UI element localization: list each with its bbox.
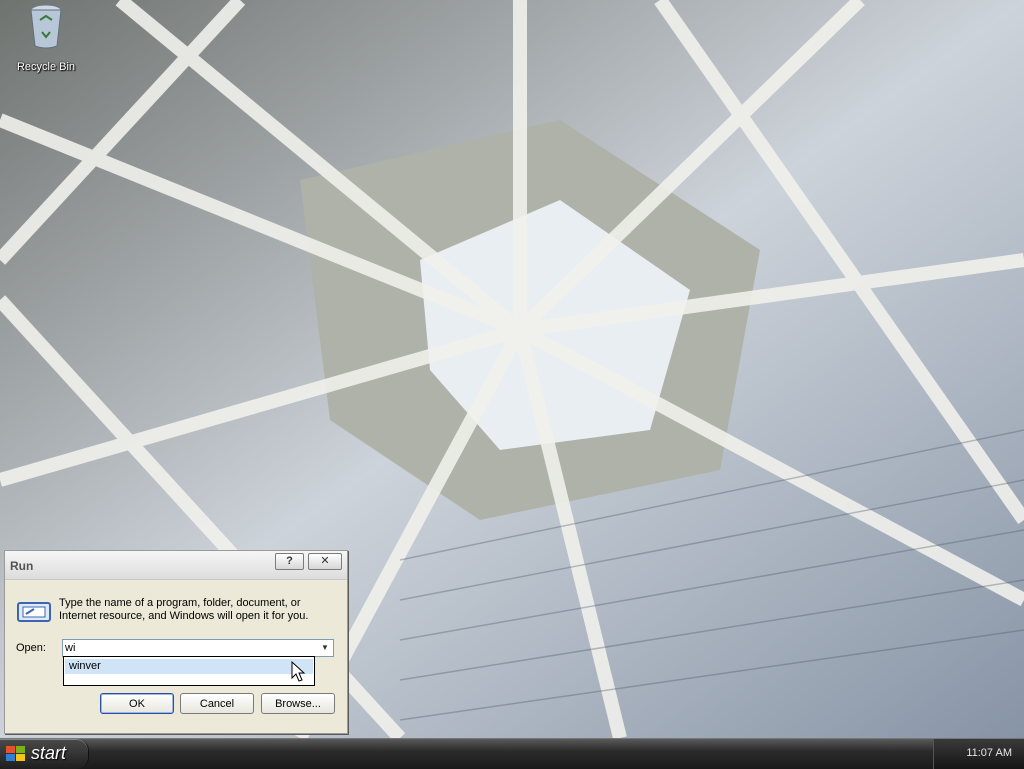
recycle-bin-icon xyxy=(30,4,62,49)
close-button[interactable]: ✕ xyxy=(308,553,342,570)
run-dialog: Run ? ✕ Type the name of a program, fold… xyxy=(4,550,348,734)
open-label: Open: xyxy=(16,642,46,654)
chevron-down-icon[interactable]: ▼ xyxy=(318,641,332,655)
windows-logo-icon xyxy=(6,746,25,761)
title-bar[interactable]: Run ? ✕ xyxy=(5,551,347,580)
desktop: Recycle Bin Run ? ✕ Type the name of a p… xyxy=(0,0,1024,738)
run-description: Type the name of a program, folder, docu… xyxy=(59,597,309,622)
start-button[interactable]: start xyxy=(0,739,89,769)
autocomplete-dropdown: winver xyxy=(63,656,315,686)
system-tray: 11:07 AM xyxy=(933,739,1024,769)
dialog-title: Run xyxy=(10,559,34,573)
autocomplete-item[interactable]: winver xyxy=(65,659,313,674)
desktop-icon-recycle-bin[interactable]: Recycle Bin xyxy=(14,2,78,73)
open-combobox[interactable]: ▼ xyxy=(62,639,334,657)
start-label: start xyxy=(31,743,67,763)
run-program-icon xyxy=(17,602,51,622)
taskbar: start 11:07 AM xyxy=(0,738,1024,769)
help-button[interactable]: ? xyxy=(275,553,304,570)
ok-button[interactable]: OK xyxy=(100,693,174,714)
cancel-button[interactable]: Cancel xyxy=(180,693,254,714)
browse-button[interactable]: Browse... xyxy=(261,693,335,714)
desktop-icon-label: Recycle Bin xyxy=(16,61,76,73)
mouse-cursor-icon xyxy=(291,661,305,682)
open-input[interactable] xyxy=(65,641,313,655)
clock[interactable]: 11:07 AM xyxy=(966,747,1012,759)
close-icon: ✕ xyxy=(320,555,330,567)
